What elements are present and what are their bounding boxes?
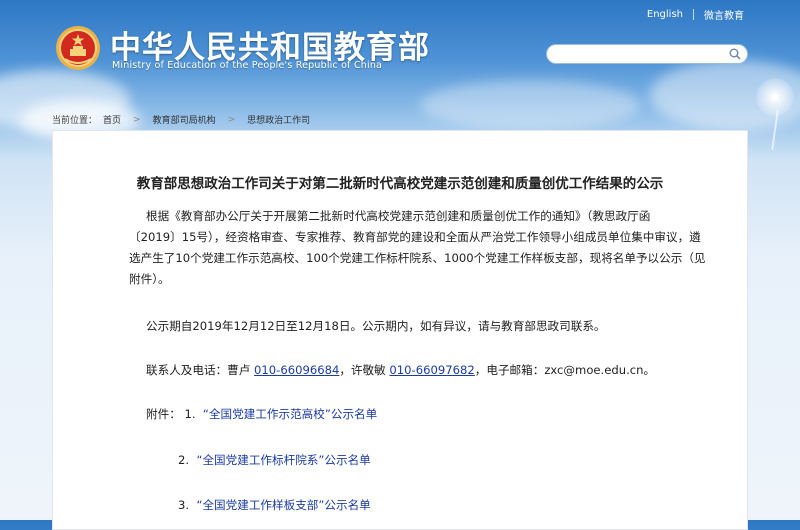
article-paragraph-2: 公示期自2019年12月12日至12月18日。公示期内，如有异议，请与教育部思政…	[146, 319, 606, 333]
breadcrumb: 当前位置： 首页 > 教育部司局机构 > 思想政治工作司	[52, 113, 310, 127]
search-box	[546, 44, 748, 67]
annex-link-1[interactable]: “全国党建工作示范高校”公示名单	[203, 407, 377, 421]
contact-mid: ，许敬敏	[339, 363, 390, 377]
breadcrumb-dept-orgs[interactable]: 教育部司局机构	[153, 113, 216, 126]
annex-label: 附件：	[146, 407, 181, 421]
article-title: 教育部思想政治工作司关于对第二批新时代高校党建示范创建和质量创优工作结果的公示	[136, 176, 664, 192]
annex-item-2: 2. “全国党建工作标杆院系”公示名单	[178, 452, 371, 468]
weiyan-jiaoyu-link[interactable]: 微言教育	[704, 7, 744, 22]
article-panel: 教育部思想政治工作司关于对第二批新时代高校党建示范创建和质量创优工作结果的公示 …	[52, 130, 748, 530]
site-subtitle: Ministry of Education of the People's Re…	[112, 60, 383, 71]
top-links: English 微言教育	[647, 7, 744, 22]
annex-link-2[interactable]: “全国党建工作标杆院系”公示名单	[196, 453, 370, 467]
paragraph-1-rest: 〔2019〕15号），经资格审查、专家推荐、教育部党的建设和全面从严治党工作领导…	[129, 230, 706, 286]
annex-number: 3.	[178, 498, 190, 512]
contact-prefix: 联系人及电话：曹卢	[146, 363, 255, 377]
annex-link-3[interactable]: “全国党建工作样板支部”公示名单	[196, 498, 370, 512]
breadcrumb-separator: >	[227, 114, 236, 125]
phone-link-1[interactable]: 010-66096684	[254, 363, 339, 377]
article-paragraph-1: 根据《教育部办公厅关于开展第二批新时代高校党建示范创建和质量创优工作的通知》（教…	[129, 206, 710, 290]
paragraph-1-line-1: 根据《教育部办公厅关于开展第二批新时代高校党建示范创建和质量创优工作的通知》（教…	[146, 209, 651, 223]
breadcrumb-separator: >	[133, 114, 141, 125]
search-icon[interactable]	[729, 48, 741, 60]
divider	[693, 9, 694, 20]
annex-number: 2.	[178, 453, 190, 467]
english-link[interactable]: English	[647, 9, 683, 20]
contact-suffix: ，电子邮箱：zxc@moe.edu.cn。	[474, 363, 656, 377]
search-input[interactable]	[557, 46, 731, 67]
national-emblem-icon	[56, 26, 100, 70]
breadcrumb-prefix: 当前位置：	[52, 116, 98, 126]
phone-link-2[interactable]: 010-66097682	[389, 363, 474, 377]
annex-item-1: 附件： 1. “全国党建工作示范高校”公示名单	[146, 406, 377, 422]
annex-item-3: 3. “全国党建工作样板支部”公示名单	[178, 497, 371, 513]
cloud-decoration	[420, 80, 640, 130]
breadcrumb-ideology-dept[interactable]: 思想政治工作司	[247, 113, 310, 126]
contact-line: 联系人及电话：曹卢 010-66096684，许敬敏 010-66097682，…	[146, 360, 710, 381]
dandelion-icon	[756, 78, 794, 116]
annex-number: 1.	[184, 407, 196, 421]
breadcrumb-home[interactable]: 首页	[103, 113, 121, 126]
